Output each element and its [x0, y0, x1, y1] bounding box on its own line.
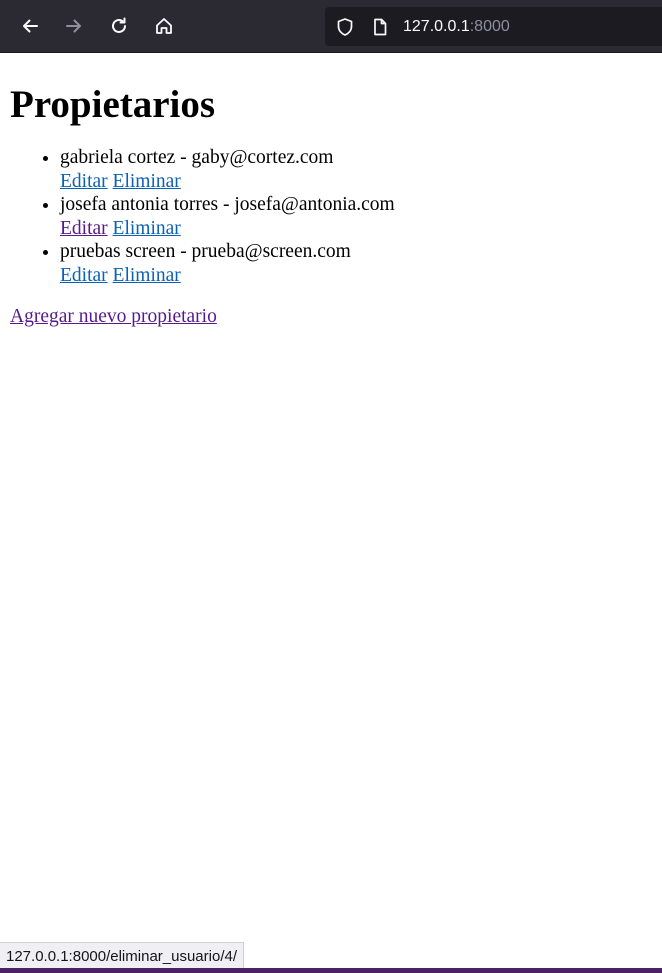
home-button[interactable] [146, 8, 182, 44]
reload-icon [112, 17, 126, 33]
edit-link[interactable]: Editar [60, 218, 108, 239]
owner-text: pruebas screen - prueba@screen.com [60, 241, 351, 262]
delete-link[interactable]: Eliminar [113, 171, 181, 192]
edit-link[interactable]: Editar [60, 265, 108, 286]
list-item: pruebas screen - prueba@screen.com Edita… [60, 240, 662, 287]
edit-link[interactable]: Editar [60, 171, 108, 192]
page-title: Propietarios [10, 83, 216, 126]
owners-list: gabriela cortez - gaby@cortez.com Editar… [10, 146, 662, 287]
reload-button[interactable] [101, 8, 137, 44]
url-host: 127.0.0.1 [403, 18, 470, 35]
delete-link[interactable]: Eliminar [113, 218, 181, 239]
owner-text: josefa antonia torres - josefa@antonia.c… [60, 194, 395, 215]
url-port: :8000 [469, 18, 510, 35]
list-item: gabriela cortez - gaby@cortez.com Editar… [60, 146, 662, 193]
page-content: Propietarios gabriela cortez - gaby@cort… [10, 53, 662, 329]
bottom-bar [0, 968, 662, 973]
add-owner-link[interactable]: Agregar nuevo propietario [10, 305, 217, 329]
browser-toolbar: 127.0.0.1:8000 [0, 0, 662, 53]
shield-icon[interactable] [335, 17, 355, 37]
list-item: josefa antonia torres - josefa@antonia.c… [60, 193, 662, 240]
status-url: 127.0.0.1:8000/eliminar_usuario/4/ [0, 942, 244, 970]
home-icon [156, 18, 172, 34]
back-button[interactable] [12, 8, 48, 44]
page-icon[interactable] [370, 17, 390, 37]
url-text[interactable]: 127.0.0.1:8000 [403, 17, 510, 37]
owner-text: gabriela cortez - gaby@cortez.com [60, 147, 334, 168]
forward-button[interactable] [56, 8, 92, 44]
delete-link[interactable]: Eliminar [113, 265, 181, 286]
arrow-left-icon [23, 19, 38, 33]
url-bar[interactable]: 127.0.0.1:8000 [325, 7, 662, 46]
arrow-right-icon [66, 19, 81, 33]
